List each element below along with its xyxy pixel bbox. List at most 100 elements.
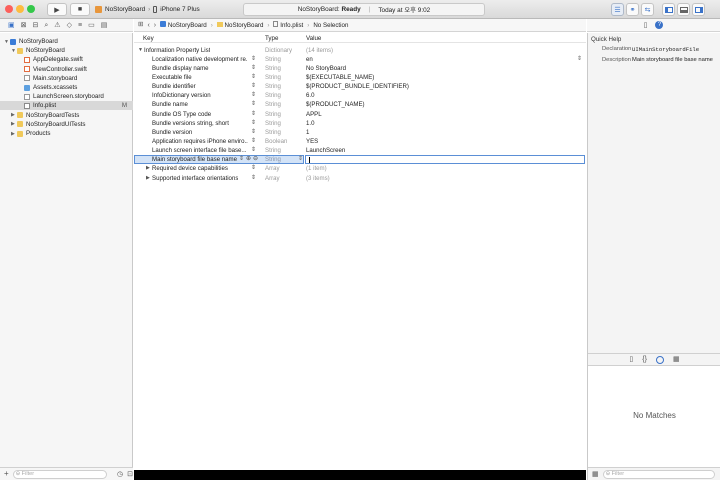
disclosure-open-icon[interactable]: ▼	[138, 47, 143, 53]
plist-value[interactable]: YES	[306, 138, 318, 145]
key-column-header[interactable]: Key	[143, 35, 154, 42]
key-stepper-icon[interactable]: ⇕	[251, 146, 256, 153]
navigator-item[interactable]: ▶ NoStoryBoardTests	[0, 111, 133, 120]
breadcrumb-selection[interactable]: No Selection	[313, 22, 348, 29]
warning-icon[interactable]: ⚠	[54, 22, 60, 29]
plist-key[interactable]: Bundle OS Type code	[152, 111, 211, 118]
grid-view-icon[interactable]: ▦	[592, 471, 599, 478]
disclosure-closed-icon[interactable]: ▶	[146, 165, 150, 171]
remove-row-icon[interactable]: ⊖	[253, 155, 258, 162]
breadcrumb-project[interactable]: NoStoryBoard	[160, 21, 207, 29]
key-stepper-icon[interactable]: ⇕	[251, 174, 256, 181]
plist-row[interactable]: Bundle version ⇕ String 1	[134, 128, 586, 137]
plist-row[interactable]: Launch screen interface file base... ⇕ Str…	[134, 146, 586, 155]
object-library-icon[interactable]	[655, 355, 664, 364]
plist-type[interactable]: String	[265, 65, 281, 72]
key-stepper-icon[interactable]: ⇕	[251, 128, 256, 135]
plist-type[interactable]: String	[265, 111, 281, 118]
plist-row[interactable]: InfoDictionary version ⇕ String 6.0	[134, 91, 586, 100]
navigator-item[interactable]: Main.storyboard	[0, 74, 133, 83]
key-stepper-icon[interactable]: ⇕	[251, 55, 256, 62]
navigator-item[interactable]: ▼ NoStoryBoard	[0, 37, 133, 46]
plist-key[interactable]: Main storyboard file base name	[152, 156, 237, 163]
test-icon[interactable]: ◇	[67, 22, 72, 29]
version-editor-button[interactable]: ⇆	[641, 3, 654, 16]
navigator-item[interactable]: LaunchScreen.storyboard	[0, 92, 133, 101]
key-stepper-icon[interactable]: ⇕	[251, 164, 256, 171]
plist-type[interactable]: String	[265, 101, 281, 108]
navigator-item[interactable]: Assets.xcassets	[0, 83, 133, 92]
plist-key[interactable]: InfoDictionary version	[152, 92, 211, 99]
plist-key[interactable]: Bundle version	[152, 129, 192, 136]
plist-key[interactable]: Supported interface orientations	[152, 175, 238, 182]
plist-row[interactable]: Bundle name ⇕ String $(PRODUCT_NAME)	[134, 100, 586, 109]
library-filter-field[interactable]: ⊝ Filter	[602, 469, 715, 479]
add-icon[interactable]: +	[4, 470, 9, 478]
plist-key[interactable]: Executable file	[152, 74, 192, 81]
close-window-button[interactable]	[5, 5, 13, 13]
assistant-editor-button[interactable]: ⚭	[626, 3, 639, 16]
plist-value[interactable]: (1 item)	[306, 165, 327, 172]
type-column-header[interactable]: Type	[265, 35, 278, 42]
toggle-navigator-button[interactable]	[662, 3, 675, 16]
plist-value[interactable]: 1	[306, 129, 309, 136]
plist-type[interactable]: String	[265, 83, 281, 90]
add-row-icon[interactable]: ⊕	[246, 155, 251, 162]
plist-row[interactable]: Main storyboard file base name ⇕ ⊕ ⊖ String ⇕	[134, 155, 586, 165]
plist-type[interactable]: Dictionary	[265, 47, 292, 54]
plist-type[interactable]: Array	[265, 175, 280, 182]
plist-type[interactable]: String	[265, 74, 281, 81]
navigator-item[interactable]: ViewController.swift	[0, 65, 133, 74]
plist-key[interactable]: Bundle identifier	[152, 83, 196, 90]
related-items-icon[interactable]: ⊞	[138, 21, 143, 29]
code-snippet-icon[interactable]: {}	[642, 356, 647, 363]
scheme-selector[interactable]: NoStoryBoard › iPhone 7 Plus	[95, 3, 235, 16]
key-stepper-icon[interactable]: ⇕	[251, 100, 256, 107]
file-template-icon[interactable]: ▯	[629, 356, 633, 363]
value-edit-field[interactable]	[305, 155, 585, 165]
plist-type[interactable]: String	[265, 120, 281, 127]
key-stepper-icon[interactable]: ⇕	[251, 110, 256, 117]
quick-help-icon[interactable]: ?	[655, 21, 664, 29]
report-icon[interactable]: ▤	[101, 22, 108, 29]
plist-type[interactable]: String	[265, 92, 281, 99]
minimize-window-button[interactable]	[16, 5, 24, 13]
value-popup-icon[interactable]: ⇕	[577, 55, 582, 62]
plist-key[interactable]: Required device capabilities	[152, 165, 228, 172]
plist-value[interactable]: $(EXECUTABLE_NAME)	[306, 74, 374, 81]
run-button[interactable]: ▶	[47, 3, 67, 16]
key-stepper-icon[interactable]: ⇕	[251, 137, 256, 144]
navigator-item[interactable]: ▼ NoStoryBoard	[0, 46, 133, 55]
navigator-item[interactable]: ▶ Products	[0, 129, 133, 138]
plist-value[interactable]: 6.0	[306, 92, 314, 99]
key-stepper-icon[interactable]: ⇕	[251, 91, 256, 98]
navigator-item[interactable]: AppDelegate.swift	[0, 55, 133, 64]
plist-row[interactable]: Bundle OS Type code ⇕ String APPL	[134, 110, 586, 119]
plist-type[interactable]: String	[265, 129, 281, 136]
plist-value[interactable]: LaunchScreen	[306, 147, 345, 154]
plist-row[interactable]: ▶ Supported interface orientations ⇕ Array (…	[134, 174, 586, 183]
plist-row[interactable]: Bundle versions string, short ⇕ String 1.0	[134, 119, 586, 128]
plist-value[interactable]: No StoryBoard	[306, 65, 346, 72]
folder-icon[interactable]: ▣	[8, 22, 15, 29]
plist-key[interactable]: Localization native development re...	[152, 56, 248, 63]
plist-row[interactable]: Bundle identifier ⇕ String $(PRODUCT_BUNDLE…	[134, 82, 586, 91]
plist-value[interactable]: en	[306, 56, 313, 63]
breadcrumb-file[interactable]: Info.plist	[273, 21, 303, 29]
media-library-icon[interactable]: ▦	[673, 356, 680, 363]
debug-icon[interactable]: ≡	[78, 22, 82, 29]
forward-arrow-icon[interactable]: ›	[154, 22, 156, 29]
plist-type[interactable]: String	[265, 156, 281, 163]
plist-key[interactable]: Launch screen interface file base...	[152, 147, 247, 154]
breakpoint-icon[interactable]: ▭	[88, 22, 95, 29]
source-control-icon[interactable]: ⊠	[21, 22, 27, 29]
search-icon[interactable]: ⌕	[44, 22, 48, 29]
breadcrumb-folder[interactable]: NoStoryBoard	[216, 21, 263, 29]
plist-row[interactable]: Localization native development re... ⇕ St…	[134, 55, 586, 64]
plist-row[interactable]: ▶ Required device capabilities ⇕ Array (1 it…	[134, 164, 586, 173]
navigator-item[interactable]: Info.plist M	[0, 101, 133, 111]
plist-row[interactable]: Bundle display name ⇕ String No StoryBoard	[134, 64, 586, 73]
plist-value[interactable]: (3 items)	[306, 175, 330, 182]
navigator-item[interactable]: ▶ NoStoryBoardUITests	[0, 120, 133, 129]
plist-value[interactable]: 1.0	[306, 120, 314, 127]
